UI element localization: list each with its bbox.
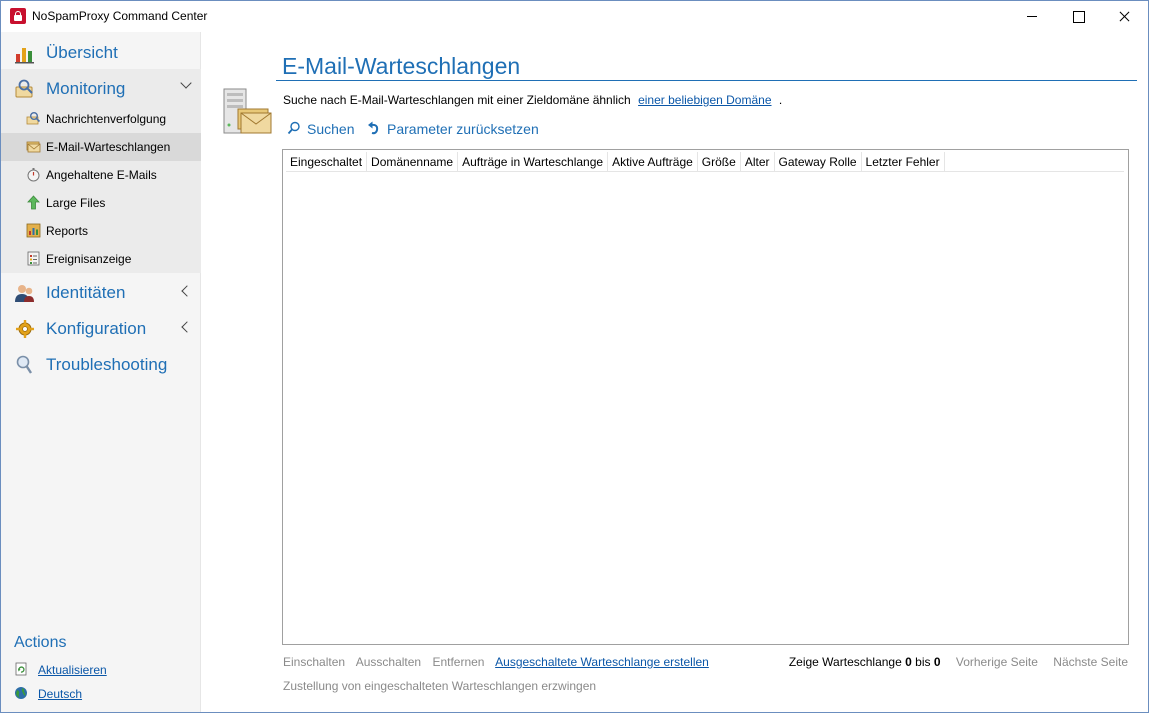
title-bar: NoSpamProxy Command Center bbox=[1, 1, 1148, 32]
queue-actions: Einschalten Ausschalten Entfernen Ausges… bbox=[283, 655, 717, 669]
chevron-down-icon[interactable] bbox=[180, 77, 192, 89]
chevron-left-icon[interactable] bbox=[181, 285, 193, 297]
pager-to: 0 bbox=[933, 655, 941, 669]
column-header-gateway-role[interactable]: Gateway Rolle bbox=[775, 152, 862, 172]
pager-mid: bis bbox=[915, 655, 931, 669]
column-header-size[interactable]: Größe bbox=[698, 152, 741, 172]
window-title: NoSpamProxy Command Center bbox=[32, 9, 208, 23]
gear-icon bbox=[16, 320, 34, 338]
maximize-button[interactable] bbox=[1055, 1, 1101, 32]
nav-overview-label: Übersicht bbox=[46, 43, 118, 62]
sidebar-item-label: Ereignisanzeige bbox=[46, 252, 132, 266]
column-header-age[interactable]: Alter bbox=[741, 152, 775, 172]
table-header: Eingeschaltet Domänenname Aufträge in Wa… bbox=[286, 152, 1124, 172]
sidebar-item-event-viewer[interactable]: Ereignisanzeige bbox=[1, 245, 201, 273]
search-button-label: Suchen bbox=[307, 121, 355, 137]
next-page-button[interactable]: Nächste Seite bbox=[1053, 655, 1128, 669]
monitoring-icon bbox=[15, 79, 33, 98]
chart-icon bbox=[15, 48, 34, 64]
search-prefix: Suche nach E-Mail-Warteschlangen mit ein… bbox=[283, 93, 631, 107]
create-disabled-queue-link[interactable]: Ausgeschaltete Warteschlange erstellen bbox=[495, 655, 709, 669]
globe-icon bbox=[15, 687, 27, 699]
queues-table[interactable]: Eingeschaltet Domänenname Aufträge in Wa… bbox=[282, 149, 1129, 645]
search-icon bbox=[287, 121, 300, 135]
column-header-queued-jobs[interactable]: Aufträge in Warteschlange bbox=[458, 152, 609, 172]
disable-button[interactable]: Ausschalten bbox=[356, 655, 421, 669]
envelope-stack-icon bbox=[26, 141, 41, 153]
actions-title: Actions bbox=[14, 634, 67, 651]
report-icon bbox=[26, 223, 41, 238]
magnifier-icon bbox=[16, 355, 33, 374]
enable-button[interactable]: Einschalten bbox=[283, 655, 345, 669]
column-header-domain[interactable]: Domänenname bbox=[367, 152, 459, 172]
previous-page-button[interactable]: Vorherige Seite bbox=[956, 655, 1038, 669]
app-window: NoSpamProxy Command Center Übersicht Mon… bbox=[0, 0, 1149, 713]
mail-server-icon bbox=[223, 88, 272, 134]
action-language-label: Deutsch bbox=[38, 687, 83, 701]
reset-parameters-label: Parameter zurücksetzen bbox=[387, 121, 539, 137]
page-title: E-Mail-Warteschlangen bbox=[282, 53, 521, 79]
column-header-last-error[interactable]: Letzter Fehler bbox=[862, 152, 945, 172]
event-log-icon bbox=[27, 251, 40, 266]
magnifier-envelope-icon bbox=[26, 112, 41, 125]
undo-icon bbox=[368, 121, 379, 135]
title-divider bbox=[276, 80, 1137, 81]
sidebar: Übersicht Monitoring Nachrichtenverfolgu… bbox=[1, 32, 201, 712]
nav-troubleshooting-label: Troubleshooting bbox=[46, 355, 168, 374]
sidebar-item-label: E-Mail-Warteschlangen bbox=[46, 140, 171, 154]
action-refresh-label: Aktualisieren bbox=[38, 663, 107, 677]
app-lock-icon bbox=[10, 8, 26, 24]
close-button[interactable] bbox=[1101, 1, 1147, 32]
chevron-left-icon[interactable] bbox=[181, 321, 193, 333]
sidebar-item-email-queues[interactable]: E-Mail-Warteschlangen bbox=[1, 133, 201, 161]
force-delivery-button[interactable]: Zustellung von eingeschalteten Warteschl… bbox=[283, 679, 596, 693]
sidebar-item-label: Reports bbox=[46, 224, 89, 238]
nav-troubleshooting[interactable]: Troubleshooting bbox=[1, 346, 201, 382]
sidebar-item-message-tracking[interactable]: Nachrichtenverfolgung bbox=[1, 105, 201, 133]
users-icon bbox=[15, 285, 34, 302]
refresh-document-icon bbox=[15, 662, 27, 676]
column-header-active-jobs[interactable]: Aktive Aufträge bbox=[608, 152, 698, 172]
sidebar-item-label: Large Files bbox=[46, 196, 106, 210]
pager-from: 0 bbox=[905, 655, 912, 669]
nav-identities[interactable]: Identitäten bbox=[1, 274, 201, 310]
search-suffix: . bbox=[778, 93, 783, 107]
nav-identities-label: Identitäten bbox=[46, 283, 126, 302]
arrow-up-icon bbox=[27, 195, 40, 210]
minimize-button[interactable] bbox=[1009, 1, 1055, 32]
sidebar-item-large-files[interactable]: Large Files bbox=[1, 189, 201, 217]
nav-monitoring-label: Monitoring bbox=[46, 79, 126, 98]
pager-prefix: Zeige Warteschlange bbox=[788, 655, 902, 669]
search-description: Suche nach E-Mail-Warteschlangen mit ein… bbox=[283, 93, 782, 107]
pager: Zeige Warteschlange 0 bis 0 Vorherige Se… bbox=[789, 655, 1128, 669]
nav-configuration[interactable]: Konfiguration bbox=[1, 310, 201, 346]
sidebar-item-label: Nachrichtenverfolgung bbox=[46, 112, 167, 126]
remove-button[interactable]: Entfernen bbox=[432, 655, 484, 669]
nav-overview[interactable]: Übersicht bbox=[1, 34, 201, 70]
nav-configuration-label: Konfiguration bbox=[46, 319, 147, 338]
column-header-enabled[interactable]: Eingeschaltet bbox=[286, 152, 368, 172]
stopwatch-icon bbox=[27, 168, 40, 182]
sidebar-item-label: Angehaltene E-Mails bbox=[46, 168, 157, 182]
sidebar-item-held-emails[interactable]: Angehaltene E-Mails bbox=[1, 161, 201, 189]
domain-filter-link[interactable]: einer beliebigen Domäne bbox=[638, 93, 771, 107]
sidebar-item-reports[interactable]: Reports bbox=[1, 217, 201, 245]
nav-monitoring[interactable]: Monitoring bbox=[1, 70, 201, 106]
